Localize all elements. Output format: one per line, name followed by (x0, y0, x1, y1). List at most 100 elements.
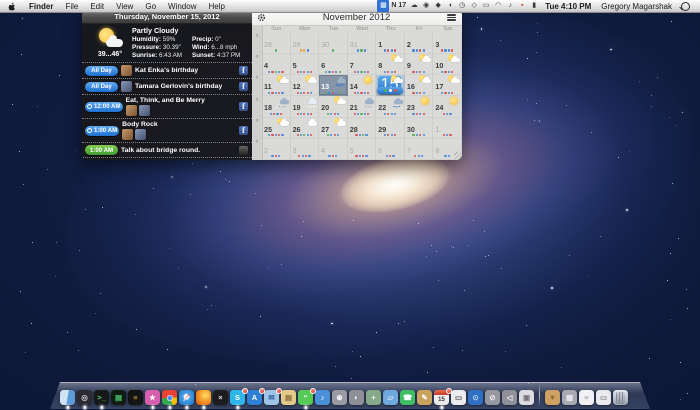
calendar-day-2[interactable]: 2 (405, 33, 434, 54)
dock-icon-globe-app[interactable]: ⊙ (468, 390, 483, 405)
menu-user[interactable]: Gregory Magarshak (596, 2, 677, 11)
apple-menu-icon[interactable] (8, 2, 16, 11)
calendar-day-8[interactable]: 8 (376, 54, 405, 75)
dock-icon-calendar[interactable]: 15 (434, 390, 449, 405)
menu-go[interactable]: Go (139, 2, 162, 11)
dock-icon-system-prefs[interactable]: ⊛ (332, 390, 347, 405)
dock-icon-utility-clock[interactable]: ◐ (349, 390, 364, 405)
calendar-day-24[interactable]: 24 (433, 96, 462, 117)
calendar-day-7[interactable]: 7 (348, 54, 377, 75)
dock-icon-photo-app[interactable]: ★ (145, 390, 160, 405)
calendar-day-7[interactable]: 7 (405, 139, 434, 160)
calendar-day-29[interactable]: 29 (291, 33, 320, 54)
dock-icon-facetime[interactable]: ☎ (400, 390, 415, 405)
calendar-day-11[interactable]: 11 (262, 75, 291, 96)
calendar-day-9[interactable]: 9 (405, 54, 434, 75)
dock-icon-archive-folder[interactable]: ▦ (562, 390, 577, 405)
menu-window[interactable]: Window (162, 2, 202, 11)
dock-icon-lens-app[interactable]: ◎ (77, 390, 92, 405)
clock-icon[interactable]: ◷ (456, 0, 468, 12)
dock-icon-app-store[interactable]: A (247, 390, 262, 405)
calendar-day-30[interactable]: 30 (319, 33, 348, 54)
battery-icon[interactable]: ▮ (528, 0, 540, 12)
menu-help[interactable]: Help (202, 2, 230, 11)
dock-icon-finder[interactable] (60, 390, 75, 405)
colorsync-icon[interactable]: ◉ (420, 0, 432, 12)
calendar-day-25[interactable]: 25 (262, 118, 291, 139)
event-row[interactable]: 1:00 AMBody Rockf (82, 119, 252, 143)
dock-icon-speaker-utility[interactable]: ◁ (502, 390, 517, 405)
menu-file[interactable]: File (59, 2, 84, 11)
calendar-day-28[interactable]: 28 (348, 118, 377, 139)
dock-icon-mail[interactable]: ✉ (264, 390, 279, 405)
calendar-day-10[interactable]: 10 (433, 54, 462, 75)
calendar-day-16[interactable]: 16 (405, 75, 434, 96)
gear-icon[interactable] (257, 13, 266, 22)
dock-icon-window-file[interactable]: ▭ (596, 390, 611, 405)
calendar-day-1[interactable]: 1 (433, 118, 462, 139)
calendar-day-21[interactable]: 21 (348, 96, 377, 117)
dock-icon-stickies[interactable]: ▤ (281, 390, 296, 405)
dock-icon-no-camera[interactable]: ⊘ (485, 390, 500, 405)
dock-icon-downloads-folder[interactable]: ▼ (545, 390, 560, 405)
calendar-day-12[interactable]: 12 (291, 75, 320, 96)
headset-icon[interactable]: ◖ (444, 0, 456, 12)
calendar-day-3[interactable]: 3 (433, 33, 462, 54)
calendar-day-13[interactable]: 13 (319, 75, 348, 96)
wifi-icon[interactable]: ◠ (492, 0, 504, 12)
calendar-day-27[interactable]: 27 (319, 118, 348, 139)
calendar-day-4[interactable]: 4 (262, 54, 291, 75)
calendar-day-6[interactable]: 6 (376, 139, 405, 160)
resize-grip[interactable] (454, 152, 461, 159)
calendar-day-2[interactable]: 2 (262, 139, 291, 160)
dock-icon-photos-stack[interactable]: ▣ (519, 390, 534, 405)
menu-view[interactable]: View (110, 2, 139, 11)
calendar-day-22[interactable]: 22 (376, 96, 405, 117)
cloud-icon[interactable]: ☁ (408, 0, 420, 12)
dock-icon-firefox[interactable] (196, 390, 211, 405)
dock-icon-folder-blue[interactable]: ▱ (383, 390, 398, 405)
dock-icon-tv-app[interactable]: ▭ (451, 390, 466, 405)
dock-icon-chrome[interactable] (162, 390, 177, 405)
wrench-icon[interactable]: ◆ (432, 0, 444, 12)
calendar-day-20[interactable]: 20 (319, 96, 348, 117)
calendar-day-17[interactable]: 17 (433, 75, 462, 96)
event-row[interactable]: All DayTamara Gerlovin's birthdayf (82, 79, 252, 95)
display-icon[interactable]: ▭ (480, 0, 492, 12)
week-collapse-chevron[interactable]: « (253, 139, 261, 145)
week-collapse-chevron[interactable]: « (253, 33, 261, 39)
red-app-icon[interactable]: ▪ (516, 0, 528, 12)
dock-icon-audio-console[interactable]: ≡ (128, 390, 143, 405)
calendar-day-15[interactable]: 15 (376, 75, 405, 96)
dock-icon-messages[interactable]: “ (298, 390, 313, 405)
menu-finder[interactable]: Finder (23, 2, 59, 11)
calendar-day-4[interactable]: 4 (319, 139, 348, 160)
dock-icon-green-utility[interactable]: + (366, 390, 381, 405)
calendar-day-18[interactable]: 18 (262, 96, 291, 117)
dock-icon-terminal[interactable]: >_ (94, 390, 109, 405)
dock-icon-compose[interactable]: ✎ (417, 390, 432, 405)
event-row[interactable]: All DayKat Enka's birthdayf (82, 63, 252, 79)
dock-icon-itunes[interactable]: ♪ (315, 390, 330, 405)
week-collapse-chevron[interactable]: « (253, 54, 261, 60)
calendar-day-28[interactable]: 28 (262, 33, 291, 54)
widget-calendar-icon[interactable]: ▦ (377, 0, 389, 12)
notification-count[interactable]: N 17 (389, 0, 408, 12)
week-collapse-chevron[interactable]: « (253, 97, 261, 103)
calendar-day-19[interactable]: 19 (291, 96, 320, 117)
calendar-day-1[interactable]: 1 (376, 33, 405, 54)
dock-icon-skype[interactable]: S (230, 390, 245, 405)
event-row[interactable]: 1:00 AMTalk about bridge round. (82, 143, 252, 158)
calendar-day-29[interactable]: 29 (376, 118, 405, 139)
dock-icon-document[interactable]: ≡ (579, 390, 594, 405)
menu-edit[interactable]: Edit (84, 2, 110, 11)
dock-icon-quicktime[interactable]: × (213, 390, 228, 405)
volume-icon[interactable]: ♪ (504, 0, 516, 12)
week-collapse-chevron[interactable]: « (253, 75, 261, 81)
menu-clock[interactable]: Tue 4:10 PM (540, 2, 596, 11)
dock-icon-trash[interactable] (613, 390, 628, 405)
calendar-day-6[interactable]: 6 (319, 54, 348, 75)
dock-icon-safari[interactable] (179, 390, 194, 405)
dock-icon-code-window[interactable]: ▤ (111, 390, 126, 405)
event-row[interactable]: 12:00 AMEat, Think, and Be Merryf (82, 95, 252, 119)
